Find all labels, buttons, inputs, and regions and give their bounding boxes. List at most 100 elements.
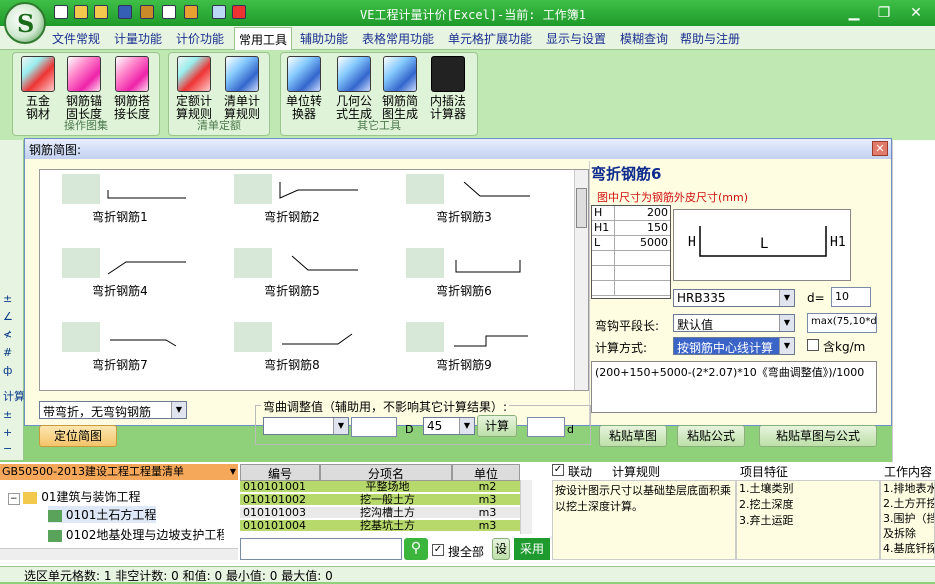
sketch-thumb-1[interactable]: 弯折钢筋1 xyxy=(40,174,200,236)
param-value[interactable]: 5000 xyxy=(640,236,668,249)
search-input[interactable] xyxy=(240,538,402,560)
function-icon[interactable] xyxy=(212,5,226,19)
info-icon[interactable] xyxy=(162,5,176,19)
sidebar-symbol-6[interactable]: ± xyxy=(3,408,12,421)
diameter-input[interactable]: 10 xyxy=(831,287,871,307)
table-cell-name[interactable]: 平整场地 xyxy=(320,481,452,493)
param-row-empty[interactable] xyxy=(592,251,670,266)
sidebar-symbol-1[interactable]: ∠ xyxy=(3,310,13,323)
menu-9[interactable]: 帮助与注册 xyxy=(680,30,740,47)
col-code-header[interactable]: 编号 xyxy=(240,464,320,481)
tab-work[interactable]: 工作内容 xyxy=(884,463,932,480)
param-row[interactable]: H 200 xyxy=(592,206,670,221)
search-all-checkbox[interactable]: ✓ xyxy=(432,544,444,556)
search-icon[interactable]: ⚲ xyxy=(404,538,428,560)
col-unit-header[interactable]: 单位 xyxy=(452,464,520,481)
menu-0[interactable]: 文件常规 xyxy=(52,30,100,47)
sidebar-symbol-0[interactable]: ± xyxy=(3,292,12,305)
adjust-select[interactable]: ▼ xyxy=(263,417,349,435)
tab-features[interactable]: 项目特征 xyxy=(740,463,788,480)
sidebar-symbol-8[interactable]: − xyxy=(3,442,12,455)
ribbon-button-2-0[interactable]: 单位转 换器 xyxy=(284,56,324,121)
table-cell-unit[interactable]: m3 xyxy=(452,520,520,532)
table-cell-code[interactable]: 010101002 xyxy=(240,494,320,506)
sketch-thumb-7[interactable]: 弯折钢筋7 xyxy=(40,322,200,384)
table-cell-unit[interactable]: m2 xyxy=(452,481,520,493)
param-value[interactable]: 150 xyxy=(647,221,668,234)
menu-8[interactable]: 模糊查询 xyxy=(620,30,668,47)
sketch-thumb-6[interactable]: 弯折钢筋6 xyxy=(384,248,544,310)
menu-7[interactable]: 显示与设置 xyxy=(546,30,606,47)
table-scrollbar[interactable] xyxy=(520,480,532,534)
menu-4[interactable]: 辅助功能 xyxy=(300,30,348,47)
gallery-scroll-thumb[interactable] xyxy=(576,188,587,228)
new-file-icon[interactable] xyxy=(54,5,68,19)
sketch-thumb-2[interactable]: 弯折钢筋2 xyxy=(212,174,372,236)
app-logo[interactable]: S xyxy=(4,2,46,44)
table-cell-code[interactable]: 010101003 xyxy=(240,507,320,519)
sidebar-symbol-7[interactable]: + xyxy=(3,426,12,439)
paste-both-button[interactable]: 粘贴草图与公式 xyxy=(759,425,877,447)
menu-3[interactable]: 常用工具 xyxy=(234,27,293,52)
table-cell-name[interactable]: 挖一般土方 xyxy=(320,494,452,506)
dialog-close-button[interactable]: ✕ xyxy=(872,141,888,156)
param-row-empty[interactable] xyxy=(592,281,670,296)
tool-icon[interactable] xyxy=(232,5,246,19)
sidebar-symbol-3[interactable]: # xyxy=(3,346,12,359)
ribbon-button-2-3[interactable]: 内插法 计算器 xyxy=(428,56,468,121)
package-icon[interactable] xyxy=(140,5,154,19)
chevron-down-icon[interactable]: ▼ xyxy=(230,464,236,480)
formula-box[interactable]: (200+150+5000-(2*2.07)*10《弯曲调整值》)/1000 xyxy=(591,361,877,413)
calc-button[interactable]: 计算 xyxy=(477,415,517,437)
table-cell-code[interactable]: 010101004 xyxy=(240,520,320,532)
param-row-empty[interactable] xyxy=(592,266,670,281)
table-cell-name[interactable]: 挖沟槽土方 xyxy=(320,507,452,519)
table-cell-unit[interactable]: m3 xyxy=(452,494,520,506)
chevron-down-icon[interactable]: ▼ xyxy=(459,418,474,434)
tree-node-foundation[interactable]: 0102地基处理与边坡支护工程 xyxy=(48,526,224,543)
tree-node-earthwork[interactable]: 0101土石方工程 xyxy=(48,506,157,523)
tab-calc-rules[interactable]: 计算规则 xyxy=(612,463,660,480)
table-cell-unit[interactable]: m3 xyxy=(452,507,520,519)
tree-hscrollbar[interactable] xyxy=(0,548,238,560)
paste-formula-button[interactable]: 粘贴公式 xyxy=(677,425,745,447)
steel-grade-select[interactable]: HRB335 ▼ xyxy=(673,289,795,307)
sidebar-symbol-2[interactable]: ≮ xyxy=(3,328,12,341)
param-table[interactable]: H 200 H1 150 L 5000 xyxy=(591,205,671,299)
col-name-header[interactable]: 分项名 xyxy=(320,464,452,481)
table-cell-code[interactable]: 010101001 xyxy=(240,481,320,493)
menu-5[interactable]: 表格常用功能 xyxy=(362,30,434,47)
hook-length-select[interactable]: 默认值 ▼ xyxy=(673,314,795,332)
paste-sketch-button[interactable]: 粘贴草图 xyxy=(599,425,667,447)
kgm-checkbox[interactable] xyxy=(807,339,819,351)
chevron-down-icon[interactable]: ▼ xyxy=(333,418,348,434)
menu-2[interactable]: 计价功能 xyxy=(176,30,224,47)
menu-1[interactable]: 计量功能 xyxy=(114,30,162,47)
close-button[interactable]: ✕ xyxy=(904,4,928,22)
sheet-area[interactable] xyxy=(892,140,935,462)
table-cell-name[interactable]: 挖基坑土方 xyxy=(320,520,452,532)
filter-select[interactable]: 带弯折，无弯钩钢筋 ▼ xyxy=(39,401,187,419)
open-icon[interactable] xyxy=(94,5,108,19)
sketch-thumb-8[interactable]: 弯折钢筋8 xyxy=(212,322,372,384)
open-folder-icon[interactable] xyxy=(74,5,88,19)
sidebar-symbol-4[interactable]: ф xyxy=(3,364,12,377)
ribbon-button-1-0[interactable]: 定额计 算规则 xyxy=(174,56,214,121)
menu-6[interactable]: 单元格扩展功能 xyxy=(448,30,532,47)
param-row[interactable]: L 5000 xyxy=(592,236,670,251)
locate-sketch-button[interactable]: 定位简图 xyxy=(39,425,117,447)
ribbon-button-1-1[interactable]: 清单计 算规则 xyxy=(222,56,262,121)
standard-select[interactable]: GB50500-2013建设工程工程量清单 ▼ xyxy=(0,464,238,480)
refresh-icon[interactable] xyxy=(184,5,198,19)
ribbon-button-2-1[interactable]: 几何公 式生成 xyxy=(334,56,374,121)
link-checkbox[interactable]: ✓ xyxy=(552,464,564,476)
apply-button[interactable]: 采用 xyxy=(514,538,550,560)
chevron-down-icon[interactable]: ▼ xyxy=(171,402,186,418)
chevron-down-icon[interactable]: ▼ xyxy=(779,315,794,331)
collapse-icon[interactable]: − xyxy=(8,493,20,505)
ribbon-button-0-2[interactable]: 钢筋搭 接长度 xyxy=(112,56,152,121)
ribbon-button-0-1[interactable]: 钢筋锚 固长度 xyxy=(64,56,104,121)
result-input[interactable] xyxy=(527,417,565,437)
sketch-thumb-3[interactable]: 弯折钢筋3 xyxy=(384,174,544,236)
bend-diameter-input[interactable] xyxy=(351,417,397,437)
